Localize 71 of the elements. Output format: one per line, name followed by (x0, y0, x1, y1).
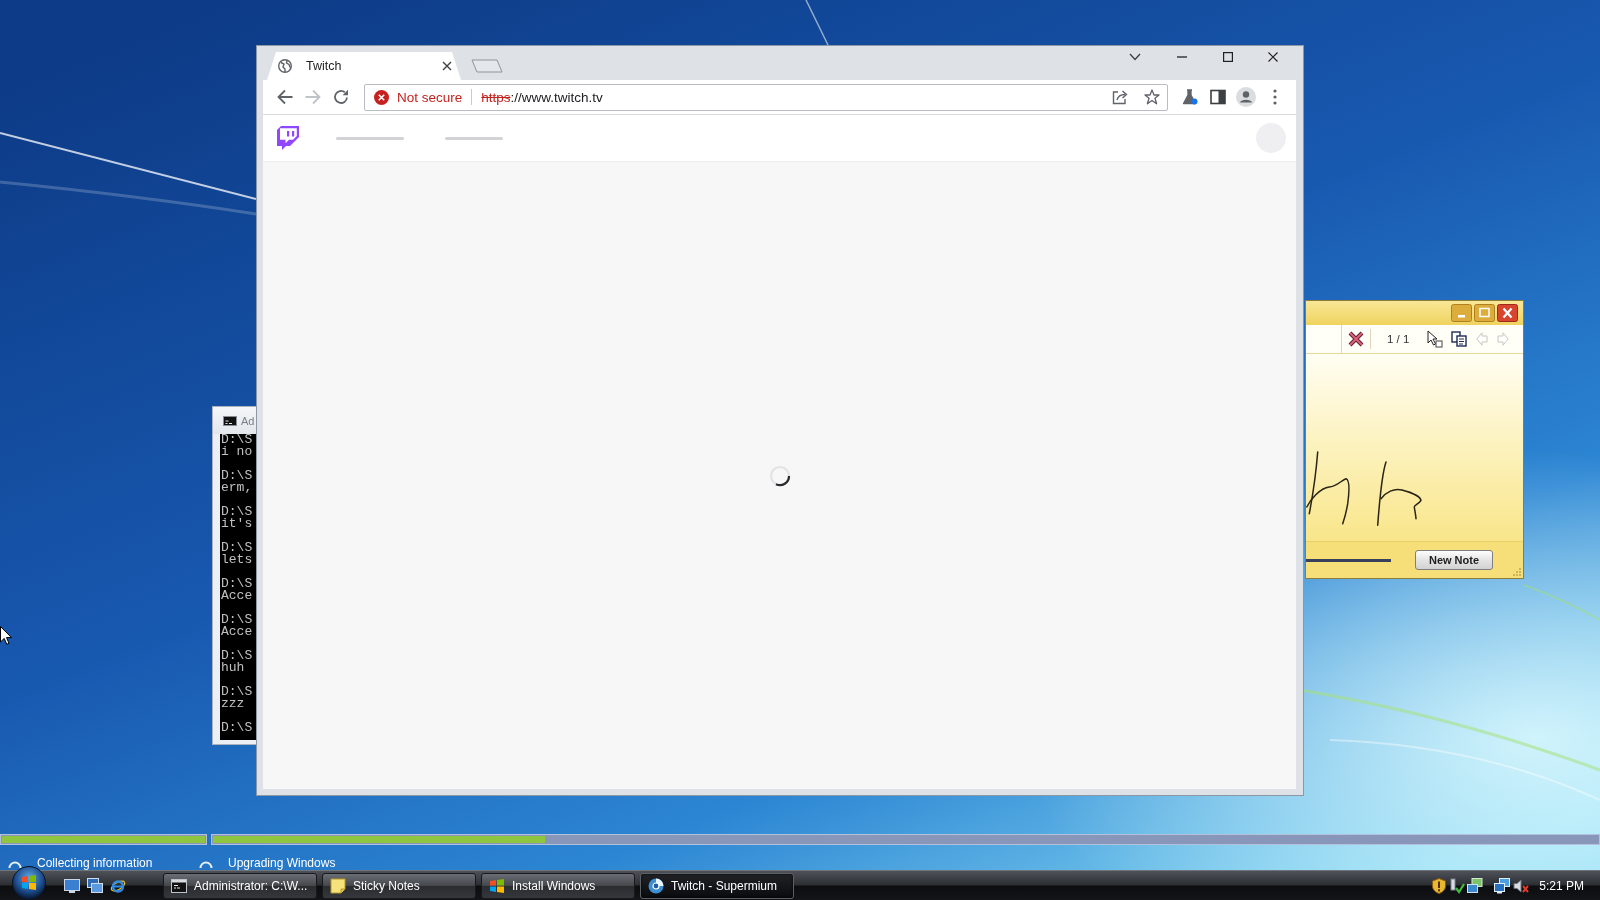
address-bar[interactable]: Not secure https://www.twitch.tv (364, 83, 1168, 111)
menu-icon[interactable] (1273, 89, 1277, 105)
mouse-pointer-icon (0, 626, 12, 645)
error-icon (374, 89, 389, 105)
browser-logo-icon[interactable] (110, 877, 126, 894)
spinner-icon (199, 860, 213, 868)
close-icon[interactable] (1497, 304, 1518, 322)
taskbar-button[interactable]: Administrator: C:\W... (163, 872, 317, 899)
windows-flag-icon (489, 877, 505, 894)
share-icon[interactable] (1112, 89, 1128, 105)
step-label: Upgrading Windows (228, 856, 336, 870)
browser-tab[interactable]: Twitch (267, 52, 461, 80)
desktop-monitor-icon[interactable] (64, 877, 80, 894)
page-counter: 1 / 1 (1387, 333, 1410, 345)
resize-grip-icon[interactable] (1512, 567, 1521, 576)
url-text[interactable]: https://www.twitch.tv (481, 89, 603, 105)
console-line: D:\S (221, 506, 253, 518)
reload-icon[interactable] (333, 89, 349, 105)
speaker-muted-icon[interactable] (1513, 877, 1530, 894)
star-icon[interactable] (1144, 89, 1160, 105)
globe-icon (278, 59, 292, 73)
pointer-icon[interactable] (1427, 330, 1444, 348)
console-line: huh (221, 662, 245, 674)
console-line: D:\S (221, 578, 253, 590)
console-line: D:\S (221, 650, 253, 662)
taskbar-button[interactable]: Sticky Notes (322, 872, 476, 899)
side-panel-icon[interactable] (1210, 89, 1226, 105)
console-line: D:\S (221, 434, 253, 446)
shield-warning-icon[interactable] (1431, 877, 1448, 894)
loading-placeholder-bar (336, 136, 404, 140)
console-line: D:\S (221, 686, 253, 698)
console-line: D:\S (221, 614, 253, 626)
minimize-icon[interactable] (1451, 304, 1472, 322)
console-line: Acce (221, 590, 253, 602)
circle-logo-icon (648, 877, 664, 894)
network-monitors-icon[interactable] (1494, 877, 1511, 894)
console-line: D:\S (221, 470, 253, 482)
horizontal-scrollbar[interactable] (1306, 558, 1391, 562)
console-icon (171, 878, 187, 893)
close-icon[interactable] (1268, 52, 1278, 62)
console-line: erm, (221, 482, 253, 494)
x-mark-icon[interactable] (1348, 331, 1364, 347)
console-line: D:\S (221, 722, 253, 734)
console-line: zzz (221, 698, 245, 710)
security-label[interactable]: Not secure (397, 89, 463, 105)
back-arrow-icon[interactable] (277, 89, 293, 105)
new-note-button[interactable]: New Note (1415, 550, 1493, 570)
profile-avatar-icon[interactable] (1236, 87, 1256, 107)
computer-screens-icon[interactable] (1467, 877, 1484, 894)
console-icon (223, 415, 237, 426)
plug-check-icon[interactable] (1449, 877, 1466, 894)
maximize-icon[interactable] (1223, 52, 1233, 62)
flask-icon[interactable] (1182, 89, 1198, 105)
console-line: lets (221, 554, 253, 566)
console-line: D:\S (221, 542, 253, 554)
stacked-windows-icon[interactable] (87, 877, 103, 894)
loading-placeholder-bar (445, 136, 503, 140)
close-icon[interactable] (442, 61, 452, 71)
window-title: Ad (241, 414, 255, 427)
console-line: Acce (221, 626, 253, 638)
console-line: i no (221, 446, 253, 458)
taskbar-button[interactable]: Install Windows (481, 872, 635, 899)
chevron-down-icon[interactable] (1129, 53, 1141, 61)
console-line: it's (221, 518, 253, 530)
taskbar-button[interactable]: Twitch - Supermium (640, 872, 794, 899)
spinner-icon (8, 860, 22, 868)
chat-bubble-logo-icon[interactable] (277, 126, 299, 150)
copy-icon[interactable] (1451, 331, 1468, 347)
clock-time[interactable]: 5:21 PM (1539, 878, 1584, 893)
step-label: Collecting information (37, 856, 153, 870)
sticky-note-icon (330, 877, 346, 894)
